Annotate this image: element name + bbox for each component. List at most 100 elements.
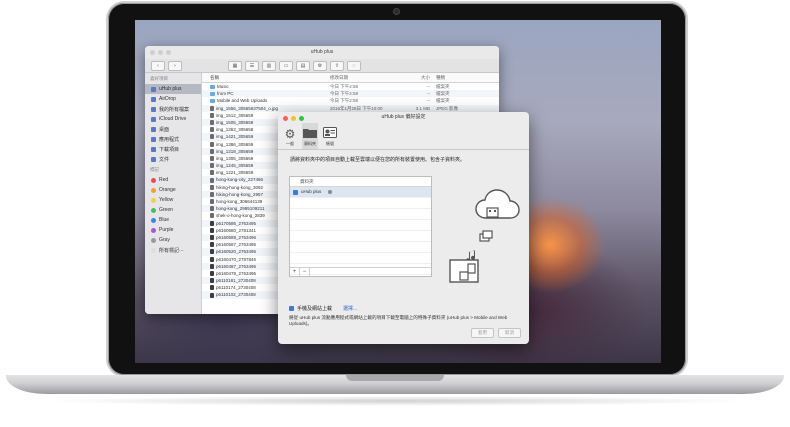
column-name[interactable]: 名稱: [202, 73, 330, 82]
empty-row: [290, 198, 431, 209]
finder-sidebar: 喜好項目 uHub plus AirDrop 我的所有檔案 iCloud Drive 桌…: [145, 73, 202, 314]
image-file-icon: [210, 105, 214, 111]
file-size: --: [427, 91, 430, 97]
tag-label: Red: [159, 177, 169, 183]
image-file-icon: [210, 191, 214, 197]
sidebar-item[interactable]: 我的所有檔案: [145, 104, 201, 114]
file-name: hiking-hong-kong_3092: [216, 184, 264, 190]
choose-link[interactable]: 選擇...: [343, 305, 357, 312]
video-file-icon: [210, 235, 214, 241]
sidebar-item[interactable]: 應用程式: [145, 134, 201, 144]
file-kind: 檔案夾: [436, 98, 450, 104]
sidebar-item[interactable]: iCloud Drive: [145, 114, 201, 124]
sidebar-item[interactable]: AirDrop: [145, 94, 201, 104]
file-name: p6160587_2763495: [216, 242, 257, 248]
prefs-title: uHub plus 偏好設定: [381, 114, 426, 120]
document-icon: [151, 156, 156, 162]
apply-button[interactable]: 套用: [471, 328, 494, 338]
mobile-upload-checkbox[interactable]: [289, 306, 294, 311]
view-column-button[interactable]: ▥: [262, 60, 276, 71]
film-icon: [486, 207, 499, 218]
table-row[interactable]: img_1556_30565637504_o.jpg 2016年1月28日 下午1…: [202, 104, 499, 112]
add-folder-button[interactable]: +: [290, 268, 300, 276]
sidebar-tag[interactable]: Blue: [145, 215, 201, 225]
tab-folders[interactable]: 資料夾: [302, 123, 318, 149]
share-button[interactable]: ⇪: [330, 60, 344, 71]
tab-account[interactable]: 帳號: [322, 123, 338, 149]
sidebar-item[interactable]: 文件: [145, 154, 201, 164]
image-file-icon: [210, 148, 214, 154]
view-list-button[interactable]: ☰: [245, 60, 259, 71]
image-file-icon: [210, 170, 214, 176]
close-button[interactable]: [150, 50, 155, 55]
file-name-cell: from PC: [202, 90, 330, 97]
view-gallery-button[interactable]: ▭: [279, 60, 293, 71]
sidebar-item[interactable]: 下載項目: [145, 144, 201, 154]
tab-account-label: 帳號: [326, 141, 334, 146]
prefs-minimize-button[interactable]: [291, 116, 296, 121]
sidebar-tag[interactable]: Gray: [145, 235, 201, 245]
file-name-cell: img_1556_30565637504_o.jpg: [202, 105, 330, 112]
gear-icon: ⚙: [284, 127, 296, 141]
prefs-buttons: 套用 取消: [471, 328, 521, 338]
folder-table-row[interactable]: uHub plus: [290, 187, 431, 198]
prefs-toolbar: ⚙ 一般 資料夾 帳號: [278, 123, 529, 150]
table-footer: + −: [290, 267, 431, 276]
file-name: from PC: [217, 91, 234, 97]
minimize-button[interactable]: [158, 50, 163, 55]
tag-dot-icon: [151, 237, 156, 243]
tag-button[interactable]: ◌: [347, 60, 361, 71]
image-file-icon: [210, 206, 214, 212]
zoom-button[interactable]: [166, 50, 171, 55]
sidebar-tag[interactable]: Red: [145, 175, 201, 185]
camera: [394, 9, 399, 14]
image-file-icon: [210, 184, 214, 190]
folder-icon: [210, 91, 215, 96]
image-file-icon: [210, 141, 214, 147]
tag-dot-icon: [151, 197, 156, 203]
cancel-button[interactable]: 取消: [498, 328, 521, 338]
video-file-icon: [210, 249, 214, 255]
image-file-icon: [210, 134, 214, 140]
sync-status-icon: [328, 190, 333, 194]
table-row[interactable]: from PC 今日 下午2:58 -- 檔案夾: [202, 90, 499, 98]
forward-button[interactable]: ›: [168, 60, 182, 71]
laptop-shadow: [40, 396, 750, 406]
folder-row-label: uHub plus: [301, 189, 322, 194]
sidebar-tag[interactable]: Green: [145, 205, 201, 215]
view-icon-button[interactable]: ▦: [228, 60, 242, 71]
column-kind[interactable]: 種類: [436, 73, 496, 82]
action-button[interactable]: ⚙: [313, 60, 327, 71]
image-file-icon: [210, 199, 214, 205]
file-name: Mobile and Web Uploads: [217, 98, 268, 104]
tab-folders-label: 資料夾: [304, 141, 316, 146]
mobile-upload-description: 將從 uHub plus 流動應用程式或網站上載的項目下載至電腦上的特殊子資料夾…: [289, 315, 508, 326]
sidebar-tag[interactable]: Purple: [145, 225, 201, 235]
sidebar-tag[interactable]: Orange: [145, 185, 201, 195]
tag-dot-icon: [151, 247, 156, 253]
table-row[interactable]: Mobile and Web Uploads 今日 下午2:58 -- 檔案夾: [202, 97, 499, 104]
sidebar-item-label: 桌面: [159, 126, 170, 133]
prefs-description: 請將資料夾中的項目自動上載至雲端以便在您的所有裝置使用。包含子資料夾。: [290, 157, 466, 163]
tab-general[interactable]: ⚙ 一般: [282, 123, 298, 149]
sidebar-tag[interactable]: 所有標記⋯: [145, 245, 201, 255]
back-button[interactable]: ‹: [151, 60, 165, 71]
file-name: img_1386_305659: [216, 141, 254, 147]
video-file-icon: [210, 256, 214, 262]
remove-folder-button[interactable]: −: [300, 268, 310, 276]
tag-label: Green: [159, 207, 173, 213]
sidebar-item-label: iCloud Drive: [159, 116, 187, 122]
column-date[interactable]: 修改日期: [330, 73, 400, 82]
column-size[interactable]: 大小: [400, 73, 436, 82]
cloud-icon: [151, 116, 156, 122]
image-file-icon: [210, 177, 214, 183]
sidebar-item[interactable]: 桌面: [145, 124, 201, 134]
arrange-button[interactable]: ▤: [296, 60, 310, 71]
video-file-icon: [210, 270, 214, 276]
prefs-zoom-button[interactable]: [299, 116, 304, 121]
sidebar-tag[interactable]: Yellow: [145, 195, 201, 205]
folder-checkbox[interactable]: [293, 189, 298, 195]
table-row[interactable]: Music 今日 下午2:58 -- 檔案夾: [202, 83, 499, 90]
prefs-close-button[interactable]: [283, 116, 288, 121]
sidebar-item[interactable]: uHub plus: [145, 84, 201, 94]
